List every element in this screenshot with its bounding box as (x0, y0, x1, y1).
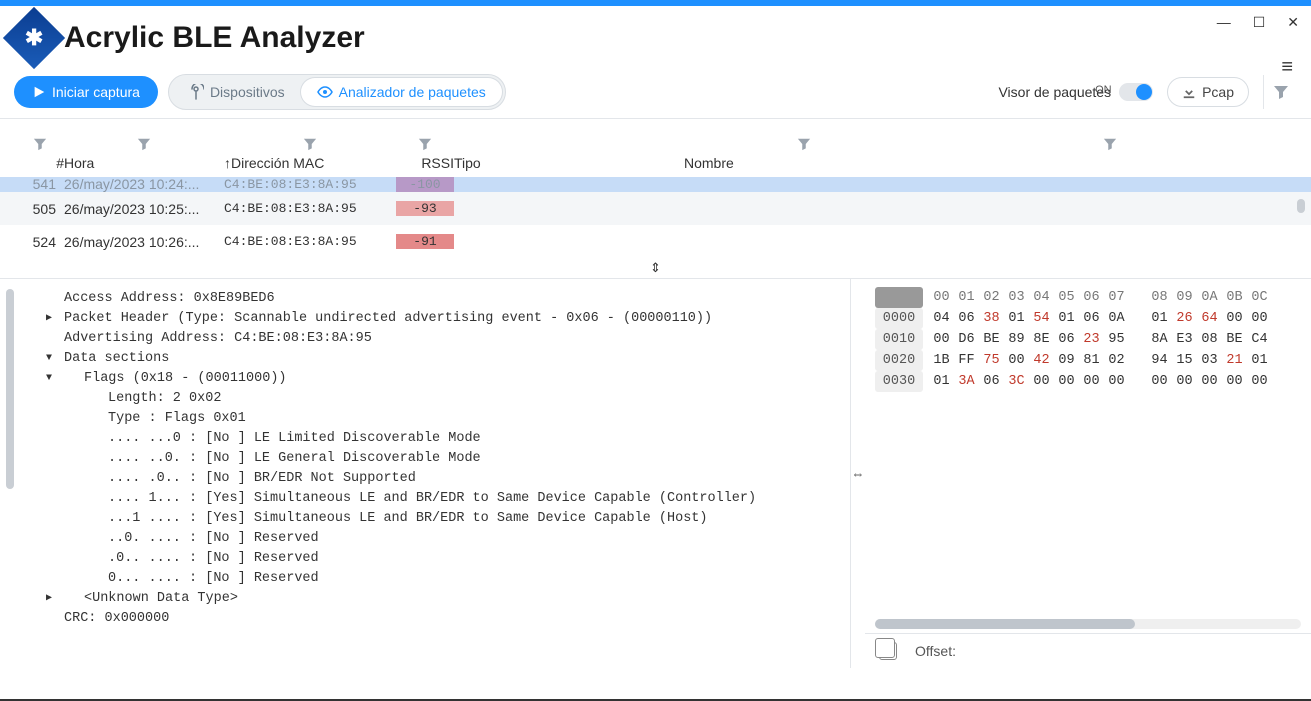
table-row[interactable]: 505 26/may/2023 10:25:... C4:BE:08:E3:8A… (0, 192, 1311, 225)
packet-viewer-toggle-group: Visor de paquetes ON (998, 83, 1153, 101)
filter-icon (303, 137, 317, 151)
hex-scrollbar[interactable] (875, 619, 1301, 629)
cell-num: 505 (16, 201, 64, 217)
col-rssi-label: RSSI (396, 155, 454, 171)
cell-mac: C4:BE:08:E3:8A:95 (224, 177, 396, 192)
eye-icon (317, 84, 333, 100)
vertical-splitter[interactable]: ⇔ (851, 279, 865, 668)
cell-rssi: -91 (396, 234, 454, 249)
tree-line: .... ..0. : [No ] LE General Discoverabl… (64, 449, 842, 469)
app-logo: ✱ (3, 7, 65, 69)
tab-devices-label: Dispositivos (210, 84, 285, 100)
caret-down-icon[interactable]: ▼ (46, 349, 52, 369)
col-nombre[interactable]: Nombre (684, 119, 924, 177)
tree-line: .... ...0 : [No ] LE Limited Discoverabl… (64, 429, 842, 449)
filter-icon (33, 137, 47, 151)
packet-tree[interactable]: Access Address: 0x8E89BED6 ▶Packet Heade… (0, 279, 851, 668)
cell-mac: C4:BE:08:E3:8A:95 (224, 234, 396, 249)
tab-packet-analyzer[interactable]: Analizador de paquetes (301, 78, 502, 106)
tree-scrollbar[interactable] (6, 289, 14, 489)
pcap-label: Pcap (1202, 84, 1234, 100)
tree-line: ▼Flags (0x18 - (00011000)) (64, 369, 842, 389)
caret-down-icon[interactable]: ▼ (46, 369, 52, 389)
menu-icon[interactable]: ≡ (1281, 56, 1293, 79)
table-header: # Hora ↑Dirección MAC RSSI Tipo Nombre (0, 119, 1311, 177)
toggle-on-label: ON (1095, 84, 1112, 96)
tree-line: .0.. .... : [No ] Reserved (64, 549, 842, 569)
download-icon (1182, 85, 1196, 99)
col-mac-label: ↑Dirección MAC (224, 155, 396, 171)
offset-label: Offset: (915, 643, 956, 659)
copy-icon[interactable] (879, 642, 897, 660)
tree-line: .... 1... : [Yes] Simultaneous LE and BR… (64, 489, 842, 509)
col-tipo[interactable]: Tipo (454, 119, 684, 177)
filter-icon (1103, 137, 1117, 151)
toggle-knob (1136, 84, 1152, 100)
hex-pane: 000102030405060708090A0B0C00000406380154… (865, 279, 1311, 668)
start-capture-button[interactable]: Iniciar captura (14, 76, 158, 108)
minimize-button[interactable]: — (1217, 14, 1231, 31)
col-nombre-label: Nombre (684, 155, 924, 171)
packet-viewer-toggle[interactable]: ON (1119, 83, 1153, 101)
table-body: 541 26/may/2023 10:24:... C4:BE:08:E3:8A… (0, 177, 1311, 258)
col-extra[interactable] (924, 119, 1295, 177)
cell-mac: C4:BE:08:E3:8A:95 (224, 201, 396, 216)
table-row[interactable]: 524 26/may/2023 10:26:... C4:BE:08:E3:8A… (0, 225, 1311, 258)
tree-line: Advertising Address: C4:BE:08:E3:8A:95 (64, 329, 842, 349)
maximize-button[interactable]: ☐ (1253, 14, 1266, 31)
tab-devices[interactable]: Dispositivos (172, 78, 301, 106)
table-scrollbar[interactable] (1297, 199, 1305, 213)
cell-rssi: -93 (396, 201, 454, 216)
tree-line: ▶Packet Header (Type: Scannable undirect… (64, 309, 842, 329)
col-hora-label: Hora (64, 155, 224, 171)
hex-body[interactable]: 000102030405060708090A0B0C00000406380154… (865, 279, 1311, 617)
col-tipo-label: Tipo (454, 155, 684, 171)
window-controls: — ☐ ✕ (1217, 14, 1299, 31)
packet-table: # Hora ↑Dirección MAC RSSI Tipo Nombre 5… (0, 118, 1311, 258)
cell-hora: 26/may/2023 10:24:... (64, 177, 224, 192)
filter-icon (1273, 84, 1289, 100)
detail-pane: Access Address: 0x8E89BED6 ▶Packet Heade… (0, 278, 1311, 668)
right-controls: Visor de paquetes ON Pcap (998, 75, 1297, 109)
filter-icon (137, 137, 151, 151)
tree-line: Access Address: 0x8E89BED6 (64, 289, 842, 309)
play-icon (32, 85, 46, 99)
cell-hora: 26/may/2023 10:25:... (64, 201, 224, 217)
tree-line: Length: 2 0x02 (64, 389, 842, 409)
col-mac[interactable]: ↑Dirección MAC (224, 119, 396, 177)
col-rssi[interactable]: RSSI (396, 119, 454, 177)
app-header: ✱ Acrylic BLE Analyzer (0, 6, 1311, 68)
col-num[interactable]: # (16, 119, 64, 177)
antenna-icon (188, 84, 204, 100)
hex-footer: Offset: (865, 633, 1311, 668)
view-tabs: Dispositivos Analizador de paquetes (168, 74, 506, 110)
caret-right-icon[interactable]: ▶ (46, 309, 52, 329)
tree-line: ▶<Unknown Data Type> (64, 589, 842, 609)
filter-icon (797, 137, 811, 151)
cell-rssi: -100 (396, 177, 454, 192)
cell-hora: 26/may/2023 10:26:... (64, 234, 224, 250)
tree-line: ...1 .... : [Yes] Simultaneous LE and BR… (64, 509, 842, 529)
col-num-label: # (16, 155, 64, 171)
cell-num: 541 (16, 177, 64, 192)
cell-num: 524 (16, 234, 64, 250)
tab-analyzer-label: Analizador de paquetes (339, 84, 486, 100)
close-button[interactable]: ✕ (1287, 14, 1299, 31)
horizontal-splitter[interactable]: ⇕ (0, 258, 1311, 278)
tree-line: Type : Flags 0x01 (64, 409, 842, 429)
app-title: Acrylic BLE Analyzer (64, 21, 365, 55)
tree-line: ▼Data sections (64, 349, 842, 369)
pcap-button[interactable]: Pcap (1167, 77, 1249, 107)
table-row[interactable]: 541 26/may/2023 10:24:... C4:BE:08:E3:8A… (0, 177, 1311, 192)
toolbar: Iniciar captura Dispositivos Analizador … (0, 68, 1311, 118)
caret-right-icon[interactable]: ▶ (46, 589, 52, 609)
filter-icon (418, 137, 432, 151)
global-filter-button[interactable] (1263, 75, 1297, 109)
col-hora[interactable]: Hora (64, 119, 224, 177)
start-capture-label: Iniciar captura (52, 84, 140, 100)
tree-line: .... .0.. : [No ] BR/EDR Not Supported (64, 469, 842, 489)
tree-line: CRC: 0x000000 (64, 609, 842, 629)
tree-line: ..0. .... : [No ] Reserved (64, 529, 842, 549)
tree-line: 0... .... : [No ] Reserved (64, 569, 842, 589)
